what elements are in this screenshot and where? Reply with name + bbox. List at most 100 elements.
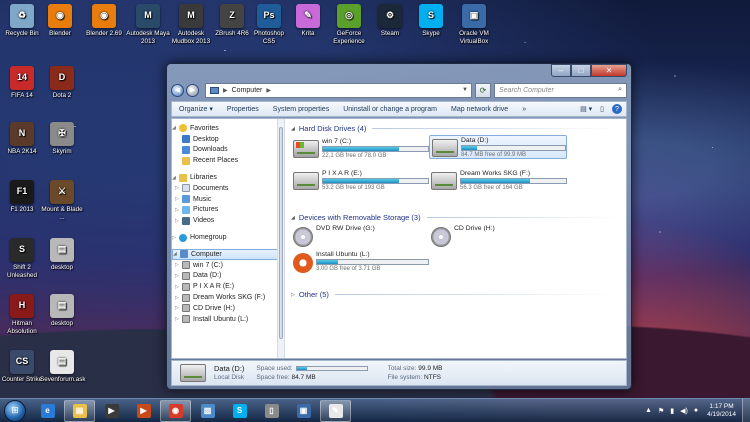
desktop-icon-item[interactable]: ✎ Krita [286,4,330,38]
chevron-down-icon[interactable]: ▼ [462,87,468,93]
nav-item-downloads[interactable]: Downloads [172,145,284,156]
desktop-icon-item[interactable]: N NBA 2K14 [0,122,44,156]
drive-tile[interactable]: DVD RW Drive (G:) [291,224,429,248]
nav-item-libraries[interactable]: ◢ Libraries [172,172,284,183]
desktop-icon-item[interactable]: ▤ desktop [40,238,84,272]
group-header-hdd[interactable]: ◢ Hard Disk Drives (4) [291,122,620,135]
chevron-right-icon[interactable]: ▷ [175,207,182,213]
chevron-down-icon[interactable]: ◢ [291,126,295,132]
taskbar-button[interactable]: ▤ [64,399,95,422]
nav-item-drive[interactable]: ▷ win 7 (C:) [172,260,284,271]
desktop-icon-item[interactable]: D Dota 2 [40,66,84,100]
group-header-removable[interactable]: ◢ Devices with Removable Storage (3) [291,211,620,224]
chevron-right-icon[interactable]: ▷ [175,316,182,322]
drive-tile[interactable]: Data (D:) 84.7 MB free of 99.9 MB [429,135,567,159]
refresh-button[interactable]: ⟳ [475,82,491,98]
drive-tile[interactable]: CD Drive (H:) [429,224,567,248]
desktop-icon-item[interactable]: Ps Photoshop CS5 [247,4,291,45]
desktop-icon-item[interactable]: S Shift 2 Unleashed [0,238,44,279]
chevron-down-icon[interactable]: ◢ [291,215,295,221]
scrollbar-thumb[interactable] [279,127,283,339]
more-commands-button[interactable]: » [515,106,533,113]
desktop-icon-item[interactable]: ◉ Blender [38,4,82,38]
desktop-icon-item[interactable]: ▤ desktop [40,294,84,328]
start-button[interactable]: ⊞ [4,399,26,422]
chevron-down-icon[interactable]: ◢ [172,175,179,181]
nav-item-drive[interactable]: ▷ Dream Works SKG (F:) [172,292,284,303]
nav-item-desktop[interactable]: Desktop [172,134,284,145]
desktop-icon-item[interactable]: ✠ Skyrim [40,122,84,156]
nav-item-music[interactable]: ▷ Music [172,194,284,205]
drive-tile[interactable]: P I X A R (E:) 53.2 GB free of 193 GB [291,169,429,193]
show-hidden-icons-icon[interactable]: ▲ [645,407,652,414]
chevron-right-icon[interactable]: ▷ [175,273,182,279]
taskbar-button[interactable]: ✎ [320,399,351,422]
minimize-button[interactable]: – [551,64,571,77]
desktop-icon-item[interactable]: F1 F1 2013 [0,180,44,214]
taskbar-button[interactable]: ▣ [288,400,319,422]
clock[interactable]: 1:17 PM 4/19/2014 [707,403,736,419]
system-properties-button[interactable]: System properties [266,106,336,113]
desktop-icon-item[interactable]: H Hitman Absolution [0,294,44,335]
close-button[interactable]: ✕ [591,64,627,77]
map-network-drive-button[interactable]: Map network drive [444,106,515,113]
nav-item-drive[interactable]: ▷ P I X A R (E:) [172,281,284,292]
nav-item-homegroup[interactable]: ▷ Homegroup [172,232,284,243]
desktop-icon-item[interactable]: ⚙ Steam [368,4,412,38]
desktop-icon-item[interactable]: ▣ Oracle VM VirtualBox [452,4,496,45]
search-input[interactable]: Search Computer ⌕ [494,82,627,98]
taskbar-button[interactable]: ▶ [128,400,159,422]
help-icon[interactable]: ? [612,104,622,114]
nav-item-favorites[interactable]: ◢ Favorites [172,123,284,134]
chevron-right-icon[interactable]: ▷ [291,292,295,298]
nav-item-recent-places[interactable]: Recent Places [172,155,284,166]
nav-item-drive[interactable]: ▷ CD Drive (H:) [172,303,284,314]
taskbar-button[interactable]: ▧ [192,400,223,422]
chevron-right-icon[interactable]: ▷ [175,196,182,202]
taskbar-button[interactable]: e [32,400,63,422]
drive-tile[interactable]: win 7 (C:) 22.1 GB free of 78.0 GB [291,137,429,161]
chevron-right-icon[interactable]: ▷ [175,218,182,224]
organize-button[interactable]: Organize ▾ [172,105,220,113]
forward-button[interactable]: ▶ [186,83,199,97]
action-center-icon[interactable]: ⚑ [658,407,664,415]
taskbar-button[interactable]: ▶ [96,400,127,422]
drive-tile[interactable]: Install Ubuntu (L:) 3.00 GB free of 3.71 … [291,250,429,274]
nav-item-computer[interactable]: ◢ Computer [172,248,284,260]
nav-item-documents[interactable]: ▷ Documents [172,183,284,194]
chevron-down-icon[interactable]: ◢ [172,125,179,131]
desktop-icon-item[interactable]: CS Counter Strike [0,350,44,384]
chevron-right-icon[interactable]: ▷ [175,295,182,301]
taskbar-button[interactable]: S [224,400,255,422]
nav-item-videos[interactable]: ▷ Videos [172,215,284,226]
chevron-right-icon[interactable]: ▶ [266,87,271,94]
change-view-icon[interactable]: ▤ ▾ [580,105,592,113]
explorer-window[interactable]: – □ ✕ ◀ ▶ ▶ Computer ▶ ▼ ⟳ Search Comput… [166,63,632,390]
group-header-other[interactable]: ▷ Other (5) [291,288,620,301]
maximize-button[interactable]: □ [571,64,591,77]
network-icon[interactable]: ▮ [670,407,674,415]
nav-item-drive[interactable]: ▷ Install Ubuntu (L:) [172,314,284,325]
notification-icon[interactable]: ● [694,407,698,414]
taskbar-button[interactable]: ▯ [256,400,287,422]
desktop-icon-item[interactable]: ◎ GeForce Experience [327,4,371,45]
back-button[interactable]: ◀ [171,83,184,97]
desktop-icon-item[interactable]: ⚔ Mount & Blade ... [40,180,84,221]
drive-tile[interactable]: Dream Works SKG (F:) 56.3 GB free of 164 … [429,169,567,193]
desktop-icon-item[interactable]: 14 FIFA 14 [0,66,44,100]
nav-item-pictures[interactable]: ▷ Pictures [172,205,284,216]
address-text[interactable]: Computer [232,87,263,94]
chevron-right-icon[interactable]: ▶ [223,87,228,94]
chevron-right-icon[interactable]: ▷ [175,185,182,191]
chevron-right-icon[interactable]: ▷ [175,284,182,290]
chevron-right-icon[interactable]: ▷ [172,235,179,241]
desktop-icon-item[interactable]: S Skype [409,4,453,38]
desktop-icon-item[interactable]: M Autodesk Maya 2013 [126,4,170,45]
address-bar[interactable]: ▶ Computer ▶ ▼ [205,82,472,98]
preview-pane-icon[interactable]: ▯ [600,105,604,113]
nav-item-drive[interactable]: ▷ Data (D:) [172,271,284,282]
volume-icon[interactable]: ◀) [680,407,688,415]
desktop-icon-item[interactable]: ◉ Blender 2.69 [82,4,126,38]
taskbar-button[interactable]: ◉ [160,399,191,422]
desktop-icon-item[interactable]: ▤ Sevenforum.ask [40,350,86,384]
